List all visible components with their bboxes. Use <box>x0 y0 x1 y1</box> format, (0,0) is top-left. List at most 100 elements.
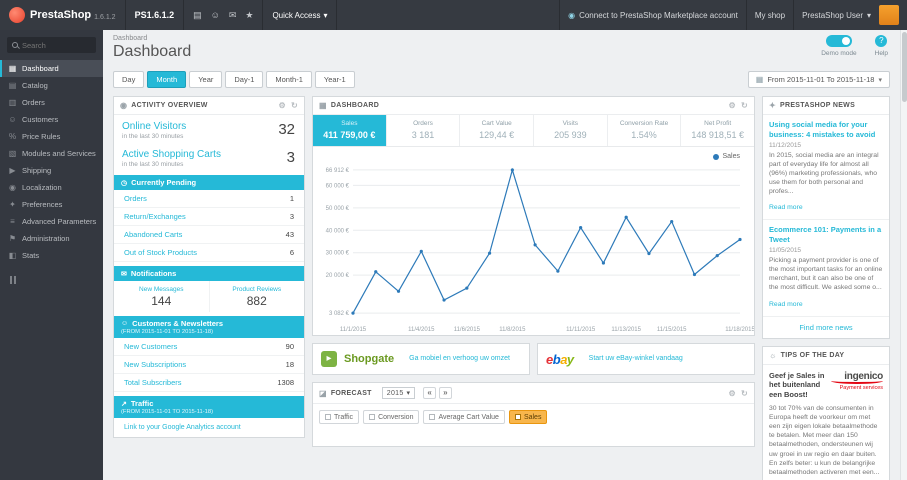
range-day-1-button[interactable]: Day-1 <box>225 71 264 88</box>
demo-mode-toggle[interactable] <box>825 35 852 47</box>
refresh-icon[interactable]: ↻ <box>741 101 748 110</box>
promo-row: ▸ Shopgate Ga mobiel en verhoog uw omzet… <box>312 343 755 375</box>
news-article-title-link[interactable]: Ecommerce 101: Payments in a Tweet <box>769 225 883 245</box>
news-article-title-link[interactable]: Using social media for your business: 4 … <box>769 120 883 140</box>
sidebar-item-catalog[interactable]: ▤ Catalog <box>0 77 103 94</box>
cart-icon[interactable]: ▤ <box>193 10 202 21</box>
user-menu[interactable]: PrestaShop User ▾ <box>793 0 907 30</box>
gear-icon[interactable]: ⚙ <box>729 101 736 110</box>
shop-name-block[interactable]: PS1.6.1.2 <box>126 0 185 30</box>
customers-row: New Customers 90 <box>114 338 304 356</box>
kpi-orders[interactable]: Orders 3 181 <box>387 115 461 146</box>
gear-icon[interactable]: ⚙ <box>279 101 286 110</box>
abandoned-carts-link[interactable]: Abandoned Carts <box>124 230 182 239</box>
sidebar-search[interactable] <box>7 37 96 53</box>
pending-returns-link[interactable]: Return/Exchanges <box>124 212 186 221</box>
sidebar-item-customers[interactable]: ☺ Customers <box>0 111 103 128</box>
people-icon: ☺ <box>121 320 129 327</box>
forecast-chip-sales[interactable]: Sales <box>508 410 548 424</box>
range-month-button[interactable]: Month <box>147 71 187 88</box>
sidebar-item-advanced-parameters[interactable]: ≡ Advanced Parameters <box>0 213 103 230</box>
badges-icon[interactable]: ★ <box>245 10 253 21</box>
ebay-link[interactable]: Start uw eBay-winkel vandaag <box>589 355 683 363</box>
search-input[interactable] <box>22 40 92 50</box>
sidebar-item-preferences[interactable]: ✦ Preferences <box>0 196 103 213</box>
svg-text:66 912 €: 66 912 € <box>326 168 350 174</box>
avatar[interactable] <box>879 5 899 25</box>
read-more-link[interactable]: Read more <box>769 301 803 308</box>
mail-icon: ✉ <box>121 270 127 278</box>
sidebar: ▦ Dashboard ▤ Catalog ▥ Orders ☺ Custome… <box>0 30 103 480</box>
tips-headline: Geef je Sales in het buitenland een Boos… <box>769 370 825 400</box>
marketplace-icon: ◉ <box>568 10 576 20</box>
sidebar-item-localization[interactable]: ◉ Localization <box>0 179 103 196</box>
refresh-icon[interactable]: ↻ <box>741 389 748 398</box>
new-subscriptions-link[interactable]: New Subscriptions <box>124 360 186 369</box>
svg-text:11/15/2015: 11/15/2015 <box>657 327 687 333</box>
sidebar-item-price-rules[interactable]: % Price Rules <box>0 128 103 145</box>
new-customers-link[interactable]: New Customers <box>124 342 177 351</box>
forecast-chip-traffic[interactable]: Traffic <box>319 410 360 424</box>
sidebar-item-modules[interactable]: ▧ Modules and Services <box>0 145 103 162</box>
sidebar-item-dashboard[interactable]: ▦ Dashboard <box>0 60 103 77</box>
kpi-net-profit[interactable]: Net Profit 148 918,51 € <box>681 115 754 146</box>
ebay-promo: ebay Start uw eBay-winkel vandaag <box>537 343 755 375</box>
modules-icon: ▧ <box>8 149 17 158</box>
active-carts-metric: Active Shopping Carts 3 in the last 30 m… <box>122 149 295 168</box>
read-more-link[interactable]: Read more <box>769 204 803 211</box>
chevron-down-icon: ▾ <box>323 10 328 20</box>
total-subscribers-link[interactable]: Total Subscribers <box>124 378 182 387</box>
my-shop-link[interactable]: My shop <box>745 0 793 30</box>
collapse-menu-icon[interactable] <box>0 264 103 296</box>
svg-text:11/6/2015: 11/6/2015 <box>454 327 481 333</box>
date-toolbar: Day Month Year Day-1 Month-1 Year-1 ▦ Fr… <box>113 71 890 88</box>
marketplace-link[interactable]: ◉ Connect to PrestaShop Marketplace acco… <box>559 0 746 30</box>
checkbox-icon <box>325 414 331 420</box>
shipping-icon: ▶ <box>9 166 16 175</box>
help-icon[interactable]: ? <box>875 35 888 47</box>
localization-icon: ◉ <box>9 183 16 192</box>
customers-icon[interactable]: ☺ <box>211 10 220 20</box>
quick-access-menu[interactable]: Quick Access ▾ <box>263 0 338 30</box>
kpi-visits[interactable]: Visits 205 939 <box>534 115 608 146</box>
find-more-news-link[interactable]: Find more news <box>763 317 889 338</box>
out-of-stock-link[interactable]: Out of Stock Products <box>124 248 197 257</box>
main-content: Dashboard Dashboard Demo mode ? Help Day… <box>103 30 900 480</box>
product-reviews-stat[interactable]: Product Reviews 882 <box>208 281 305 312</box>
demo-mode-control: Demo mode <box>821 35 857 57</box>
range-year-button[interactable]: Year <box>189 71 223 88</box>
page-title: Dashboard <box>113 43 192 60</box>
pending-orders-link[interactable]: Orders <box>124 194 147 203</box>
new-messages-stat[interactable]: New Messages 144 <box>114 281 209 312</box>
clock-icon: ◷ <box>121 179 128 187</box>
sidebar-item-administration[interactable]: ⚑ Administration <box>0 230 103 247</box>
kpi-conversion-rate[interactable]: Conversion Rate 1.54% <box>608 115 682 146</box>
scrollbar-thumb[interactable] <box>902 32 907 102</box>
range-day-button[interactable]: Day <box>113 71 145 88</box>
range-month-1-button[interactable]: Month-1 <box>266 71 312 88</box>
forecast-year-select[interactable]: 2015 ▾ <box>381 387 416 399</box>
svg-text:40 000 €: 40 000 € <box>326 228 350 234</box>
forecast-chip-conversion[interactable]: Conversion <box>363 410 420 424</box>
pending-row: Return/Exchanges 3 <box>114 208 304 226</box>
sidebar-item-shipping[interactable]: ▶ Shipping <box>0 162 103 179</box>
date-range-picker[interactable]: ▦ From 2015-11-01 To 2015-11-18 ▾ <box>747 71 890 88</box>
kpi-sales[interactable]: Sales 411 759,00 € <box>313 115 387 146</box>
shopgate-link[interactable]: Ga mobiel en verhoog uw omzet <box>409 355 510 363</box>
range-year-1-button[interactable]: Year-1 <box>314 71 355 88</box>
refresh-icon[interactable]: ↻ <box>291 101 298 110</box>
sidebar-item-orders[interactable]: ▥ Orders <box>0 94 103 111</box>
preferences-icon: ✦ <box>9 200 16 209</box>
kpi-cart-value[interactable]: Cart Value 129,44 € <box>460 115 535 146</box>
topbar-right: ◉ Connect to PrestaShop Marketplace acco… <box>559 0 907 30</box>
google-analytics-link[interactable]: Link to your Google Analytics account <box>124 424 241 431</box>
page-scrollbar[interactable] <box>900 30 907 480</box>
forecast-next-button[interactable]: » <box>439 387 452 399</box>
brand-block[interactable]: PrestaShop 1.6.1.2 <box>0 0 126 30</box>
sidebar-item-stats[interactable]: ◧ Stats <box>0 247 103 264</box>
forecast-prev-button[interactable]: « <box>423 387 437 399</box>
gear-icon[interactable]: ⚙ <box>729 389 736 398</box>
ingenico-logo[interactable]: ingenico Payment services <box>831 371 883 400</box>
forecast-chip-average-cart-value[interactable]: Average Cart Value <box>423 410 505 424</box>
messages-icon[interactable]: ✉ <box>229 10 237 21</box>
